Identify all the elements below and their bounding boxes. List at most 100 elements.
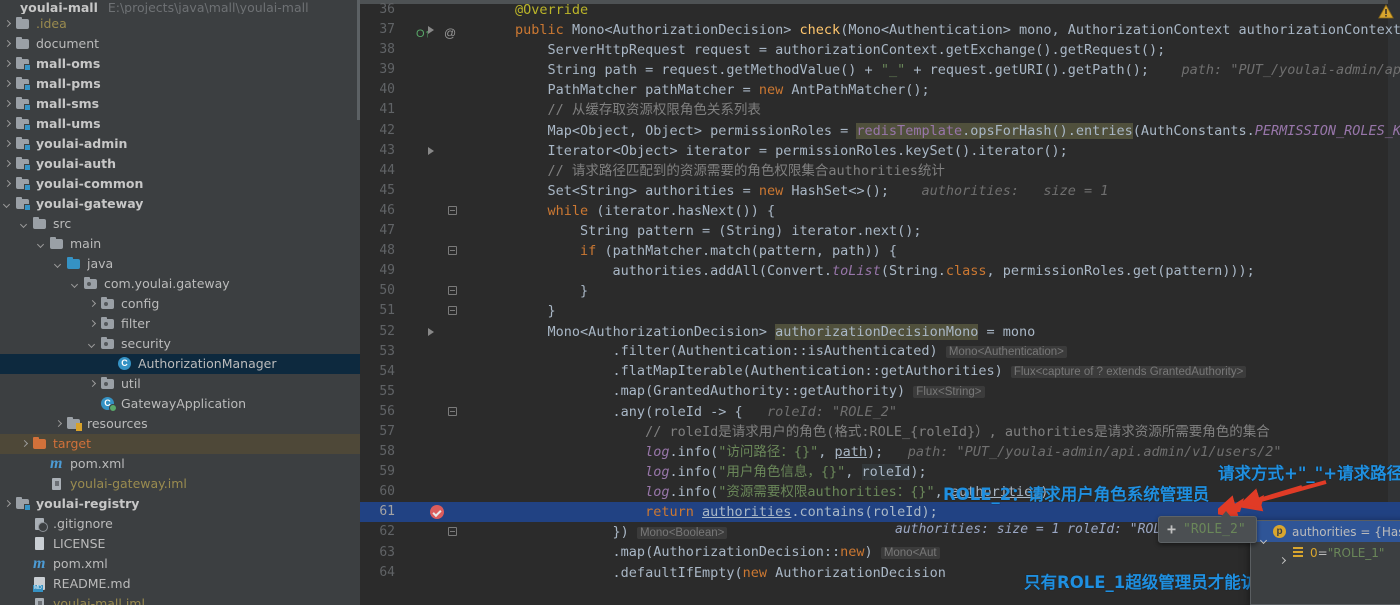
tree-item-youlai-mall-iml[interactable]: youlai-mall.iml: [0, 594, 360, 605]
chevron-right-icon[interactable]: [2, 99, 13, 110]
gutter-line-50[interactable]: [404, 281, 457, 301]
gutter-line-42[interactable]: [404, 121, 450, 141]
chevron-right-icon[interactable]: [2, 159, 13, 170]
tree-item-java[interactable]: java: [0, 254, 360, 274]
tree-item-pom-xml[interactable]: pom.xml: [0, 454, 360, 474]
chevron-down-icon[interactable]: [87, 339, 98, 350]
gutter-line-40[interactable]: [404, 80, 450, 100]
tree-item-pom-xml[interactable]: pom.xml: [0, 554, 360, 574]
code-editor[interactable]: 36 @Override 37 O↑ @ public Mono<Authorizat…: [360, 0, 1400, 605]
gutter-line-47[interactable]: [404, 221, 450, 241]
gutter-line-44[interactable]: [404, 161, 450, 181]
tree-item-mall-oms[interactable]: mall-oms: [0, 54, 360, 74]
tree-item-readme-md[interactable]: README.md: [0, 574, 360, 594]
chevron-right-icon[interactable]: [2, 39, 13, 50]
gutter-line-41[interactable]: [404, 100, 450, 120]
tree-item-youlai-gateway-iml[interactable]: youlai-gateway.iml: [0, 474, 360, 494]
chevron-right-icon[interactable]: [2, 499, 13, 510]
tree-item-mall-pms[interactable]: mall-pms: [0, 74, 360, 94]
tree-item-youlai-admin[interactable]: youlai-admin: [0, 134, 360, 154]
chevron-right-icon[interactable]: [53, 419, 64, 430]
chevron-right-icon[interactable]: [2, 19, 13, 30]
chevron-down-icon[interactable]: [70, 279, 81, 290]
warning-triangle-icon[interactable]: [1378, 4, 1394, 19]
code-line-43[interactable]: 43 Iterator<Object> iterator = permissio…: [360, 141, 1400, 161]
tree-item-target[interactable]: target: [0, 434, 360, 454]
chevron-right-icon[interactable]: [19, 439, 30, 450]
code-line-63[interactable]: 63 .map(AuthorizationDecision::new) Mono…: [360, 543, 1400, 563]
tree-item-mall-sms[interactable]: mall-sms: [0, 94, 360, 114]
debug-row-authorities[interactable]: authorities = {HashSet@11996} size = 1: [1251, 521, 1400, 542]
code-line-57[interactable]: 57 // roleId是请求用户的角色(格式:ROLE_{roleId}）, …: [360, 422, 1400, 442]
code-line-54[interactable]: 54 .flatMapIterable(Authentication::getA…: [360, 362, 1400, 382]
gutter-line-54[interactable]: [404, 362, 450, 382]
lambda-marker-icon[interactable]: [428, 146, 434, 155]
breakpoint-verified-icon[interactable]: [430, 505, 444, 520]
tree-item--idea[interactable]: .idea: [0, 14, 360, 34]
code-line-46[interactable]: 46 while (iterator.hasNext()) {: [360, 201, 1400, 221]
gutter-line-64[interactable]: [404, 563, 450, 583]
gutter-line-56[interactable]: [404, 402, 457, 422]
tree-item-com-youlai-gateway[interactable]: com.youlai.gateway: [0, 274, 360, 294]
tree-item-filter[interactable]: filter: [0, 314, 360, 334]
tree-item-youlai-gateway[interactable]: youlai-gateway: [0, 194, 360, 214]
chevron-right-icon[interactable]: [2, 119, 13, 130]
code-line-39[interactable]: 39 String path = request.getMethodValue(…: [360, 60, 1400, 80]
code-line-52[interactable]: 52 Mono<AuthorizationDecision> authoriza…: [360, 322, 1400, 342]
gutter-line-60[interactable]: [404, 482, 450, 502]
debug-row-element-0[interactable]: 0 = "ROLE_1": [1251, 542, 1400, 563]
tree-item-resources[interactable]: resources: [0, 414, 360, 434]
gutter-line-63[interactable]: [404, 543, 450, 563]
chevron-down-icon[interactable]: [36, 239, 47, 250]
gutter-line-43[interactable]: [404, 141, 450, 161]
gutter-line-49[interactable]: [404, 261, 450, 281]
gutter-line-51[interactable]: [404, 301, 457, 321]
tree-item-gatewayapplication[interactable]: GatewayApplication: [0, 394, 360, 414]
tree-item-security[interactable]: security: [0, 334, 360, 354]
chevron-right-icon[interactable]: [87, 379, 98, 390]
gutter-line-61[interactable]: [404, 502, 450, 522]
code-line-45[interactable]: 45 Set<String> authorities = new HashSet…: [360, 181, 1400, 201]
tree-item-src[interactable]: src: [0, 214, 360, 234]
code-line-38[interactable]: 38 ServerHttpRequest request = authoriza…: [360, 40, 1400, 60]
tree-item-util[interactable]: util: [0, 374, 360, 394]
gutter-line-39[interactable]: [404, 60, 450, 80]
chevron-right-icon[interactable]: [2, 179, 13, 190]
code-line-36[interactable]: 36 @Override: [360, 0, 1400, 20]
code-line-53[interactable]: 53 .filter(Authentication::isAuthenticat…: [360, 342, 1400, 362]
gutter-line-59[interactable]: [404, 462, 450, 482]
gutter-line-53[interactable]: [404, 342, 450, 362]
code-line-41[interactable]: 41 // 从缓存取资源权限角色关系列表: [360, 100, 1400, 120]
lambda-marker-icon[interactable]: [428, 26, 434, 35]
tree-item-youlai-auth[interactable]: youlai-auth: [0, 154, 360, 174]
chevron-down-icon[interactable]: [2, 199, 13, 210]
code-line-51[interactable]: 51 }: [360, 301, 1400, 321]
gutter-line-45[interactable]: [404, 181, 450, 201]
tree-item-config[interactable]: config: [0, 294, 360, 314]
tree-item-youlai-registry[interactable]: youlai-registry: [0, 494, 360, 514]
code-line-40[interactable]: 40 PathMatcher pathMatcher = new AntPath…: [360, 80, 1400, 100]
chevron-down-icon[interactable]: [53, 259, 64, 270]
tree-item-license[interactable]: LICENSE: [0, 534, 360, 554]
chevron-right-icon[interactable]: [2, 79, 13, 90]
lambda-marker-icon[interactable]: [428, 327, 434, 336]
gutter-line-37[interactable]: O↑ @: [404, 20, 456, 40]
chevron-right-icon[interactable]: [2, 139, 13, 150]
gutter-line-36[interactable]: [404, 0, 450, 20]
tree-item-document[interactable]: document: [0, 34, 360, 54]
chevron-right-icon[interactable]: [2, 59, 13, 70]
code-line-48[interactable]: 48 if (pathMatcher.match(pattern, path))…: [360, 241, 1400, 261]
gutter-line-57[interactable]: [404, 422, 450, 442]
chevron-right-icon[interactable]: [87, 319, 98, 330]
code-line-56[interactable]: 56 .any(roleId -> { roleId: "ROLE_2": [360, 402, 1400, 422]
code-line-50[interactable]: 50 }: [360, 281, 1400, 301]
gutter-line-38[interactable]: [404, 40, 450, 60]
code-line-37[interactable]: 37 O↑ @ public Mono<AuthorizationDecision>…: [360, 20, 1400, 40]
gutter-line-58[interactable]: [404, 442, 450, 462]
gutter-line-48[interactable]: [404, 241, 457, 261]
project-tree-rows[interactable]: .idea document mall-oms mall-pms mall-sms mal…: [0, 14, 360, 605]
tree-item-mall-ums[interactable]: mall-ums: [0, 114, 360, 134]
tree-item-main[interactable]: main: [0, 234, 360, 254]
gutter-line-62[interactable]: [404, 522, 457, 542]
code-line-44[interactable]: 44 // 请求路径匹配到的资源需要的角色权限集合authorities统计: [360, 161, 1400, 181]
